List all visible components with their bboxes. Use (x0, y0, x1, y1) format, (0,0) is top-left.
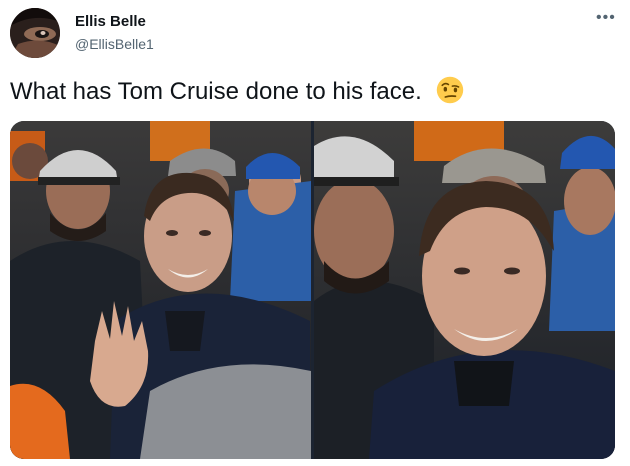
media-photo-1[interactable] (10, 121, 311, 459)
stadium-photo-left (10, 121, 311, 459)
stadium-photo-right (314, 121, 615, 459)
media-photo-2[interactable] (314, 121, 615, 459)
avatar-image (10, 8, 60, 58)
author-avatar[interactable] (10, 8, 60, 58)
more-options-icon[interactable]: ••• (596, 10, 616, 26)
author-handle[interactable]: @EllisBelle1 (75, 36, 154, 52)
tweet-media[interactable] (10, 121, 615, 459)
tweet-text: What has Tom Cruise done to his face. (10, 76, 464, 106)
tweet-text-content: What has Tom Cruise done to his face. (10, 78, 422, 105)
author-name[interactable]: Ellis Belle (75, 13, 146, 30)
face-with-raised-eyebrow-icon (437, 76, 464, 104)
